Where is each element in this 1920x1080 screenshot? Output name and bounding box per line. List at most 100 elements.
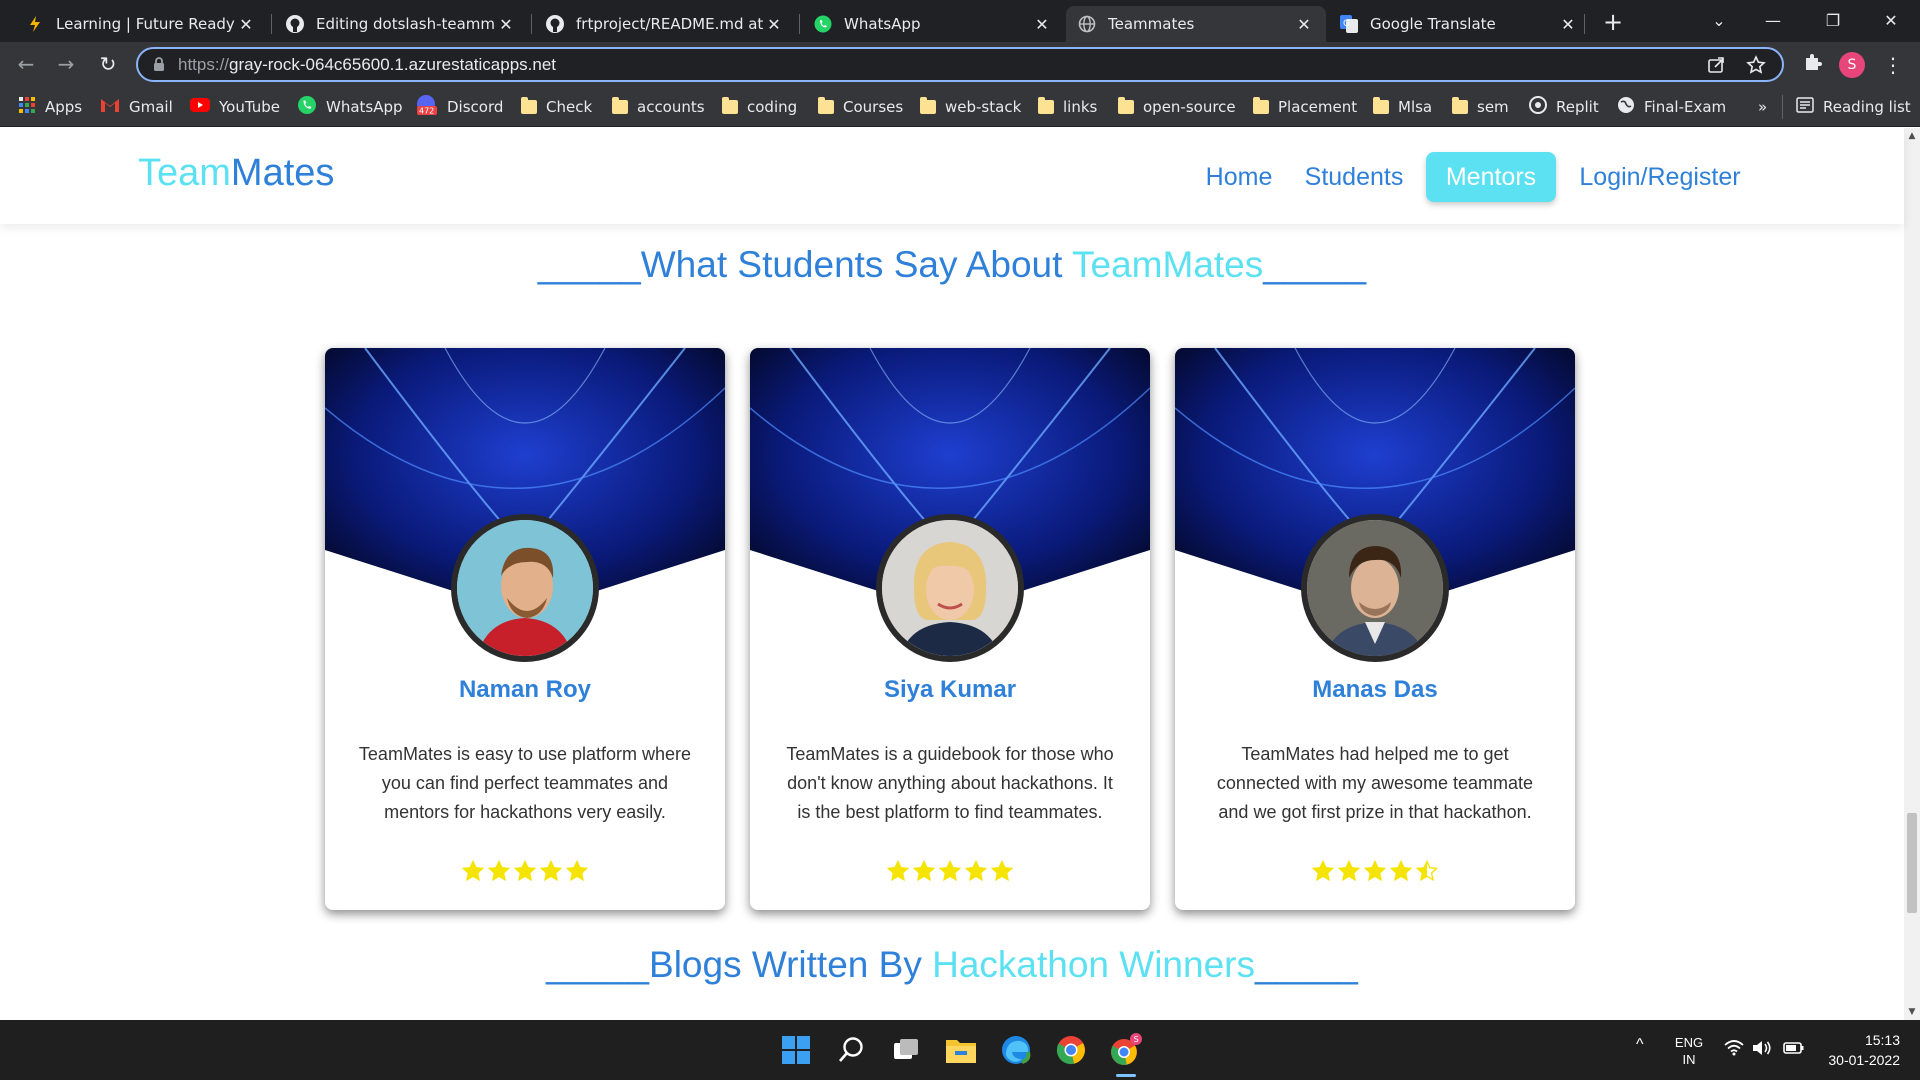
- folder-icon: [612, 97, 628, 114]
- bookmark-folder-check[interactable]: Check: [521, 95, 592, 119]
- lock-icon[interactable]: [153, 57, 165, 76]
- system-clock[interactable]: 15:13 30-01-2022: [1820, 1030, 1900, 1070]
- bookmark-folder-links[interactable]: links: [1038, 95, 1097, 119]
- reading-list-button[interactable]: Reading list: [1796, 95, 1911, 119]
- address-bar[interactable]: https://gray-rock-064c65600.1.azurestati…: [136, 47, 1784, 82]
- tab-future-ready[interactable]: Learning | Future Ready Tal ✕: [14, 6, 268, 42]
- nav-students[interactable]: Students: [1296, 152, 1412, 202]
- search-icon[interactable]: [831, 1030, 871, 1070]
- avatar: [1301, 514, 1449, 662]
- bookmark-folder-web-stack[interactable]: web-stack: [920, 95, 1021, 119]
- close-icon[interactable]: ✕: [764, 15, 784, 34]
- star-full-icon: [887, 860, 909, 882]
- close-window-button[interactable]: ✕: [1868, 6, 1914, 36]
- bookmark-folder-sem[interactable]: sem: [1452, 95, 1509, 119]
- scroll-thumb[interactable]: [1907, 813, 1917, 913]
- youtube-icon: [190, 98, 210, 116]
- bookmark-gmail[interactable]: Gmail: [100, 95, 173, 119]
- reload-button[interactable]: ↻: [92, 48, 124, 80]
- file-explorer-icon[interactable]: [941, 1030, 981, 1070]
- review-text: TeamMates is a guidebook for those who d…: [786, 744, 1114, 822]
- folder-icon: [521, 97, 537, 114]
- profile-avatar[interactable]: S: [1839, 52, 1865, 78]
- forward-button[interactable]: →: [50, 48, 82, 80]
- star-rating: [1175, 860, 1575, 882]
- bookmark-replit[interactable]: Replit: [1529, 95, 1599, 119]
- scroll-up-arrow-icon[interactable]: ▲: [1904, 128, 1920, 144]
- close-icon[interactable]: ✕: [496, 15, 516, 34]
- tray-overflow-chevron-icon[interactable]: ^: [1636, 1036, 1644, 1054]
- page-scrollbar[interactable]: ▲ ▼: [1904, 128, 1920, 1020]
- nav-mentors[interactable]: Mentors: [1426, 152, 1556, 202]
- reading-list-icon: [1796, 97, 1814, 117]
- bookmark-folder-courses[interactable]: Courses: [818, 95, 903, 119]
- star-full-icon: [1364, 860, 1386, 882]
- star-full-icon: [1390, 860, 1412, 882]
- site-logo[interactable]: TeamMates: [138, 152, 334, 195]
- windows-start-icon[interactable]: [776, 1030, 816, 1070]
- bookmark-discord[interactable]: 472 Discord: [416, 95, 503, 119]
- bookmark-folder-accounts[interactable]: accounts: [612, 95, 705, 119]
- google-translate-icon: G: [1340, 15, 1358, 33]
- restore-button[interactable]: ❐: [1810, 6, 1856, 36]
- github-icon: [546, 15, 564, 33]
- task-view-icon[interactable]: [886, 1030, 926, 1070]
- star-full-icon: [514, 860, 536, 882]
- tab-search-button[interactable]: ⌄: [1696, 6, 1742, 36]
- svg-text:S: S: [1134, 1035, 1139, 1044]
- minimize-button[interactable]: —: [1750, 6, 1796, 36]
- extensions-puzzle-icon[interactable]: [1798, 50, 1828, 80]
- bookmark-apps[interactable]: Apps: [18, 95, 82, 119]
- blogs-heading: _____Blogs Written By Hackathon Winners_…: [546, 944, 1358, 985]
- bookmark-folder-coding[interactable]: coding: [722, 95, 797, 119]
- star-full-icon: [939, 860, 961, 882]
- bookmarks-overflow-button[interactable]: »: [1758, 95, 1767, 119]
- whatsapp-icon: [814, 15, 832, 33]
- tab-google-translate[interactable]: G Google Translate ✕: [1328, 6, 1590, 42]
- new-tab-button[interactable]: +: [1598, 8, 1628, 38]
- bookmark-folder-placement[interactable]: Placement: [1253, 95, 1357, 119]
- chrome-menu-icon[interactable]: ⋮: [1878, 50, 1908, 80]
- edge-icon[interactable]: [996, 1030, 1036, 1070]
- avatar: [451, 514, 599, 662]
- close-icon[interactable]: ✕: [1294, 15, 1314, 34]
- wifi-icon[interactable]: [1724, 1040, 1744, 1061]
- folder-icon: [1452, 97, 1468, 114]
- tab-editing-dotslash[interactable]: Editing dotslash-teammates ✕: [274, 6, 528, 42]
- close-icon[interactable]: ✕: [236, 15, 256, 34]
- volume-icon[interactable]: [1752, 1040, 1772, 1061]
- tab-whatsapp[interactable]: WhatsApp ✕: [802, 6, 1064, 42]
- chrome-icon[interactable]: [1051, 1030, 1091, 1070]
- bookmark-folder-open-source[interactable]: open-source: [1118, 95, 1236, 119]
- tab-separator: [1584, 14, 1585, 34]
- future-ready-icon: [26, 15, 44, 33]
- share-icon[interactable]: [1704, 55, 1728, 79]
- star-half-icon: [1416, 860, 1438, 882]
- scroll-down-arrow-icon[interactable]: ▼: [1904, 1004, 1920, 1020]
- back-button[interactable]: ←: [10, 48, 42, 80]
- chrome-profile-icon[interactable]: S: [1106, 1030, 1146, 1070]
- close-icon[interactable]: ✕: [1558, 15, 1578, 34]
- tab-separator: [271, 14, 272, 34]
- bookmark-final-exam[interactable]: Final-Exam: [1617, 95, 1726, 119]
- star-full-icon: [1312, 860, 1334, 882]
- web-page: TeamMates Home Students Mentors Login/Re…: [0, 128, 1920, 1020]
- bookmarks-divider: [1782, 95, 1783, 119]
- folder-icon: [1373, 97, 1389, 114]
- battery-icon[interactable]: [1783, 1040, 1805, 1061]
- testimonial-card: Siya Kumar TeamMates is a guidebook for …: [750, 348, 1150, 910]
- tab-teammates[interactable]: Teammates ✕: [1066, 6, 1326, 42]
- nav-login-register[interactable]: Login/Register: [1570, 152, 1750, 202]
- nav-home[interactable]: Home: [1184, 152, 1294, 202]
- review-text: TeamMates had helped me to get connected…: [1216, 744, 1534, 822]
- bookmark-whatsapp[interactable]: WhatsApp: [297, 95, 403, 119]
- bookmark-folder-mlsa[interactable]: Mlsa: [1373, 95, 1432, 119]
- close-icon[interactable]: ✕: [1032, 15, 1052, 34]
- tab-frtproject-readme[interactable]: frtproject/README.md at m ✕: [534, 6, 796, 42]
- bookmark-star-icon[interactable]: [1744, 55, 1768, 79]
- language-indicator[interactable]: ENG IN: [1672, 1034, 1706, 1068]
- active-app-indicator: [1116, 1074, 1136, 1077]
- url-text[interactable]: https://gray-rock-064c65600.1.azurestati…: [178, 55, 556, 75]
- windows-taskbar: S ^ ENG IN 15:13 30-01-2022: [0, 1020, 1920, 1080]
- bookmark-youtube[interactable]: YouTube: [190, 95, 280, 119]
